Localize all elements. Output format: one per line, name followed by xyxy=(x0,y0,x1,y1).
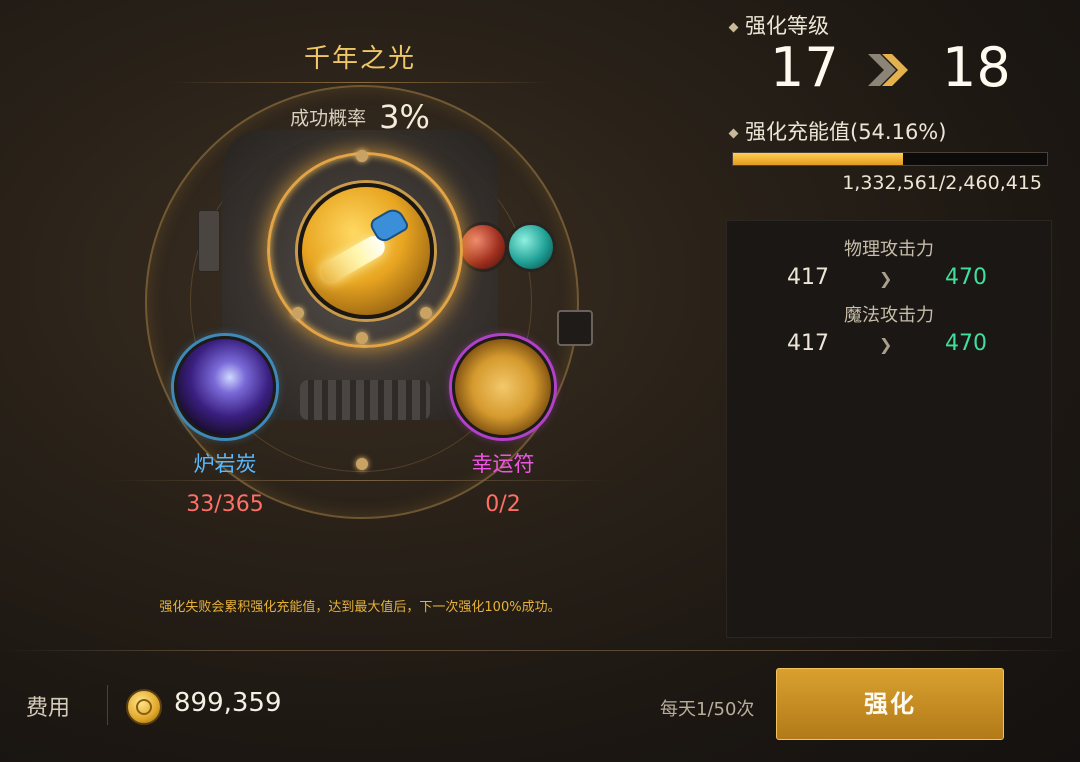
stat-new-value: 470 xyxy=(945,331,987,356)
teal-gem-icon xyxy=(506,222,556,272)
material-name: 炉岩炭 xyxy=(193,452,257,476)
charge-numbers: 1,332,561/2,460,415 xyxy=(842,172,1042,194)
machine-gear xyxy=(300,380,430,420)
circle-node-base xyxy=(356,458,368,470)
materials-divider xyxy=(110,480,610,481)
level-title: 强化等级 xyxy=(745,14,829,38)
charge-progress-fill xyxy=(733,153,904,165)
red-gem-icon xyxy=(458,222,508,272)
stat-old-value: 417 xyxy=(787,331,829,356)
diamond-bullet-icon xyxy=(728,22,739,32)
gold-coin-icon xyxy=(126,689,162,725)
cost-label: 费用 xyxy=(26,696,71,721)
stat-new-value: 470 xyxy=(945,265,987,290)
lucky-charm-icon xyxy=(452,336,554,438)
material-lucky-charm[interactable]: 幸运符 0/2 xyxy=(443,336,563,517)
circle-node-bottom xyxy=(356,332,368,344)
cost-value: 899,359 xyxy=(174,688,282,718)
title-divider xyxy=(170,82,550,83)
footer-divider xyxy=(0,650,1080,651)
machine-hinge xyxy=(198,210,220,272)
stat-name: 魔法攻击力 xyxy=(844,305,934,326)
double-chevron-right-icon xyxy=(868,54,908,86)
level-current: 17 xyxy=(770,36,839,99)
info-panel: 强化等级 17 18 强化充能值(54.16%) 1,332,561/2,460… xyxy=(720,0,1080,650)
circle-node-right xyxy=(420,307,432,319)
stat-old-value: 417 xyxy=(787,265,829,290)
enhance-button[interactable]: 强化 xyxy=(776,668,1004,740)
charge-title: 强化充能值(54.16%) xyxy=(745,120,947,144)
stat-box: 物理攻击力 417 ❯ 470 魔法攻击力 417 ❯ 470 xyxy=(726,220,1052,638)
stat-name: 物理攻击力 xyxy=(844,239,934,260)
chevron-right-icon: ❯ xyxy=(879,335,893,354)
charge-section: 强化充能值(54.16%) xyxy=(728,116,947,146)
material-count: 33/365 xyxy=(186,492,264,517)
daily-limit: 每天1/50次 xyxy=(660,699,755,720)
material-lava-coal[interactable]: 炉岩炭 33/365 xyxy=(165,336,285,517)
chevron-right-icon: ❯ xyxy=(879,269,893,288)
enhance-hint: 强化失败会累积强化充能值，达到最大值后，下一次强化100%成功。 xyxy=(159,600,561,615)
lava-coal-icon xyxy=(174,336,276,438)
circle-node-top xyxy=(356,150,368,162)
level-next: 18 xyxy=(942,36,1011,99)
material-count: 0/2 xyxy=(485,492,521,517)
enhance-panel: 千年之光 成功概率 3% 炉岩炭 33/365 幸运符 0/2 强化失败会累积强… xyxy=(0,0,720,650)
cost-separator xyxy=(107,685,108,725)
diamond-bullet-icon xyxy=(728,128,739,138)
material-name: 幸运符 xyxy=(471,452,535,476)
footer-bar: 费用 899,359 每天1/50次 强化 xyxy=(0,650,1080,762)
circle-node-left xyxy=(292,307,304,319)
charge-progress-bar xyxy=(732,152,1048,166)
item-name: 千年之光 xyxy=(303,44,416,74)
